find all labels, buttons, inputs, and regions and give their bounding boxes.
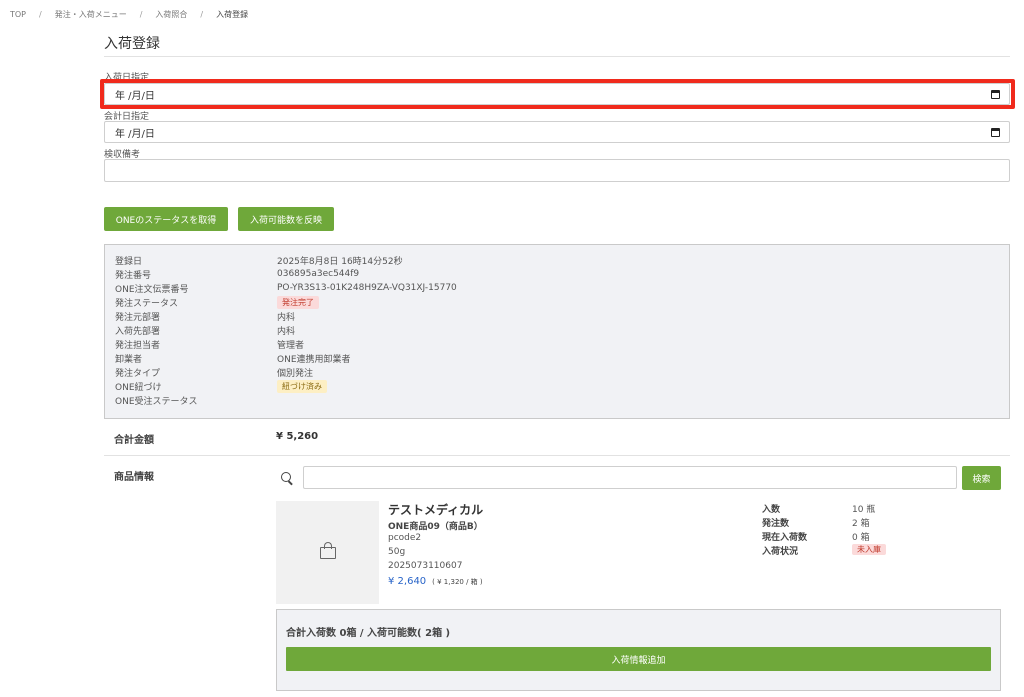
spec-value: 10 瓶	[852, 505, 876, 515]
info-label: 発注番号	[115, 270, 152, 281]
info-label: 発注タイプ	[115, 368, 161, 379]
arrival-summary-text: 合計入荷数 0箱 / 入荷可能数( 2箱 )	[286, 628, 451, 639]
breadcrumb-top[interactable]: TOP	[10, 10, 26, 19]
spec-label: 入荷状況	[762, 547, 799, 557]
total-amount-value: ¥ 5,260	[276, 431, 319, 442]
page-title: 入荷登録	[104, 36, 160, 52]
add-arrival-info-button[interactable]: 入荷情報追加	[286, 647, 991, 671]
search-button[interactable]: 検索	[962, 466, 1001, 490]
info-value: 個別発注	[277, 368, 314, 379]
info-row-wholesaler: 卸業者 ONE連携用卸業者	[115, 351, 351, 365]
order-info-panel: 登録日 2025年8月8日 16時14分52秒 発注番号 036895a3ec5…	[104, 244, 1010, 419]
get-one-status-button[interactable]: ONEのステータスを取得	[104, 207, 228, 231]
one-link-badge: 紐づけ済み	[277, 379, 327, 393]
product-info-label: 商品情報	[114, 472, 154, 483]
info-row-dest-dept: 入荷先部署 内科	[115, 323, 295, 337]
info-value: 036895a3ec544f9	[277, 269, 360, 279]
breadcrumb-current: 入荷登録	[216, 10, 249, 19]
total-amount-label: 合計金額	[114, 435, 154, 446]
info-label: 発注元部署	[115, 312, 161, 323]
product-search-input[interactable]	[303, 466, 957, 489]
calendar-icon[interactable]	[991, 90, 1000, 99]
product-thumbnail	[276, 501, 379, 604]
breadcrumb-separator: /	[39, 10, 42, 19]
spec-label: 発注数	[762, 519, 790, 529]
info-row-order-status: 発注ステータス 発注完了	[115, 295, 319, 309]
product-price: ¥ 2,640 ( ¥ 1,320 / 箱 )	[388, 576, 483, 587]
breadcrumb-separator: /	[200, 10, 204, 19]
info-value: PO-YR3S13-01K248H9ZA-VQ31XJ-15770	[277, 283, 457, 293]
product-unit-price: ( ¥ 1,320 / 箱 )	[432, 578, 483, 586]
info-label: ONE紐づけ	[115, 382, 162, 393]
breadcrumb-separator: /	[139, 10, 143, 19]
breadcrumb-arrival-check[interactable]: 入荷照合	[155, 9, 187, 20]
product-price-value: ¥ 2,640	[388, 576, 427, 587]
info-label: 入荷先部署	[115, 326, 161, 337]
info-label: 発注担当者	[115, 340, 161, 351]
reflect-available-button[interactable]: 入荷可能数を反映	[238, 207, 334, 231]
shopping-bag-icon	[320, 542, 336, 559]
info-label: 発注ステータス	[115, 298, 179, 309]
info-label: 登録日	[115, 256, 143, 267]
info-label: ONE注文伝票番号	[115, 284, 189, 295]
inspection-note-input[interactable]	[104, 159, 1010, 182]
spec-value: 2 箱	[852, 519, 870, 529]
order-status-badge: 発注完了	[277, 295, 319, 309]
info-row-source-dept: 発注元部署 内科	[115, 309, 295, 323]
breadcrumb: TOP / 発注・入荷メニュー / 入荷照合 / 入荷登録	[10, 9, 248, 20]
info-row-registered: 登録日 2025年8月8日 16時14分52秒	[115, 253, 403, 267]
calendar-icon[interactable]	[991, 128, 1000, 137]
product-code: pcode2	[388, 533, 422, 543]
arrival-date-label: 入荷日指定	[104, 73, 150, 83]
info-row-order-number: 発注番号 036895a3ec544f9	[115, 267, 359, 281]
breadcrumb-order-menu[interactable]: 発注・入荷メニュー	[55, 9, 127, 20]
title-divider	[104, 56, 1010, 57]
info-value: ONE連携用卸業者	[277, 354, 351, 365]
info-row-one-receive-status: ONE受注ステータス	[115, 393, 277, 407]
product-subtitle: ONE商品09（商品B）	[388, 522, 483, 532]
arrival-date-input[interactable]: 年 /月/日	[104, 83, 1010, 105]
info-row-orderer: 発注担当者 管理者	[115, 337, 304, 351]
accounting-date-value: 年 /月/日	[115, 128, 155, 140]
arrival-summary-panel: 合計入荷数 0箱 / 入荷可能数( 2箱 ) 入荷情報追加	[276, 609, 1001, 691]
product-name: テストメディカル	[388, 503, 484, 517]
accounting-date-input[interactable]: 年 /月/日	[104, 121, 1010, 143]
info-value: 内科	[277, 312, 296, 323]
spec-label: 入数	[762, 505, 781, 515]
total-divider	[104, 455, 1010, 456]
info-value: 内科	[277, 326, 296, 337]
product-jan: 2025073110607	[388, 561, 463, 571]
info-row-order-type: 発注タイプ 個別発注	[115, 365, 313, 379]
product-size: 50g	[388, 547, 406, 557]
info-value: 2025年8月8日 16時14分52秒	[277, 256, 403, 267]
info-label: ONE受注ステータス	[115, 396, 198, 407]
arrival-status-badge: 未入庫	[852, 544, 886, 555]
arrival-date-value: 年 /月/日	[115, 90, 155, 102]
search-icon	[281, 472, 291, 482]
info-row-one-slip: ONE注文伝票番号 PO-YR3S13-01K248H9ZA-VQ31XJ-15…	[115, 281, 457, 295]
info-row-one-link: ONE紐づけ 紐づけ済み	[115, 379, 327, 393]
info-value: 管理者	[277, 340, 305, 351]
info-label: 卸業者	[115, 354, 143, 365]
spec-value: 0 箱	[852, 533, 870, 543]
arrival-status: 未入庫	[852, 544, 886, 555]
spec-label: 現在入荷数	[762, 533, 808, 543]
